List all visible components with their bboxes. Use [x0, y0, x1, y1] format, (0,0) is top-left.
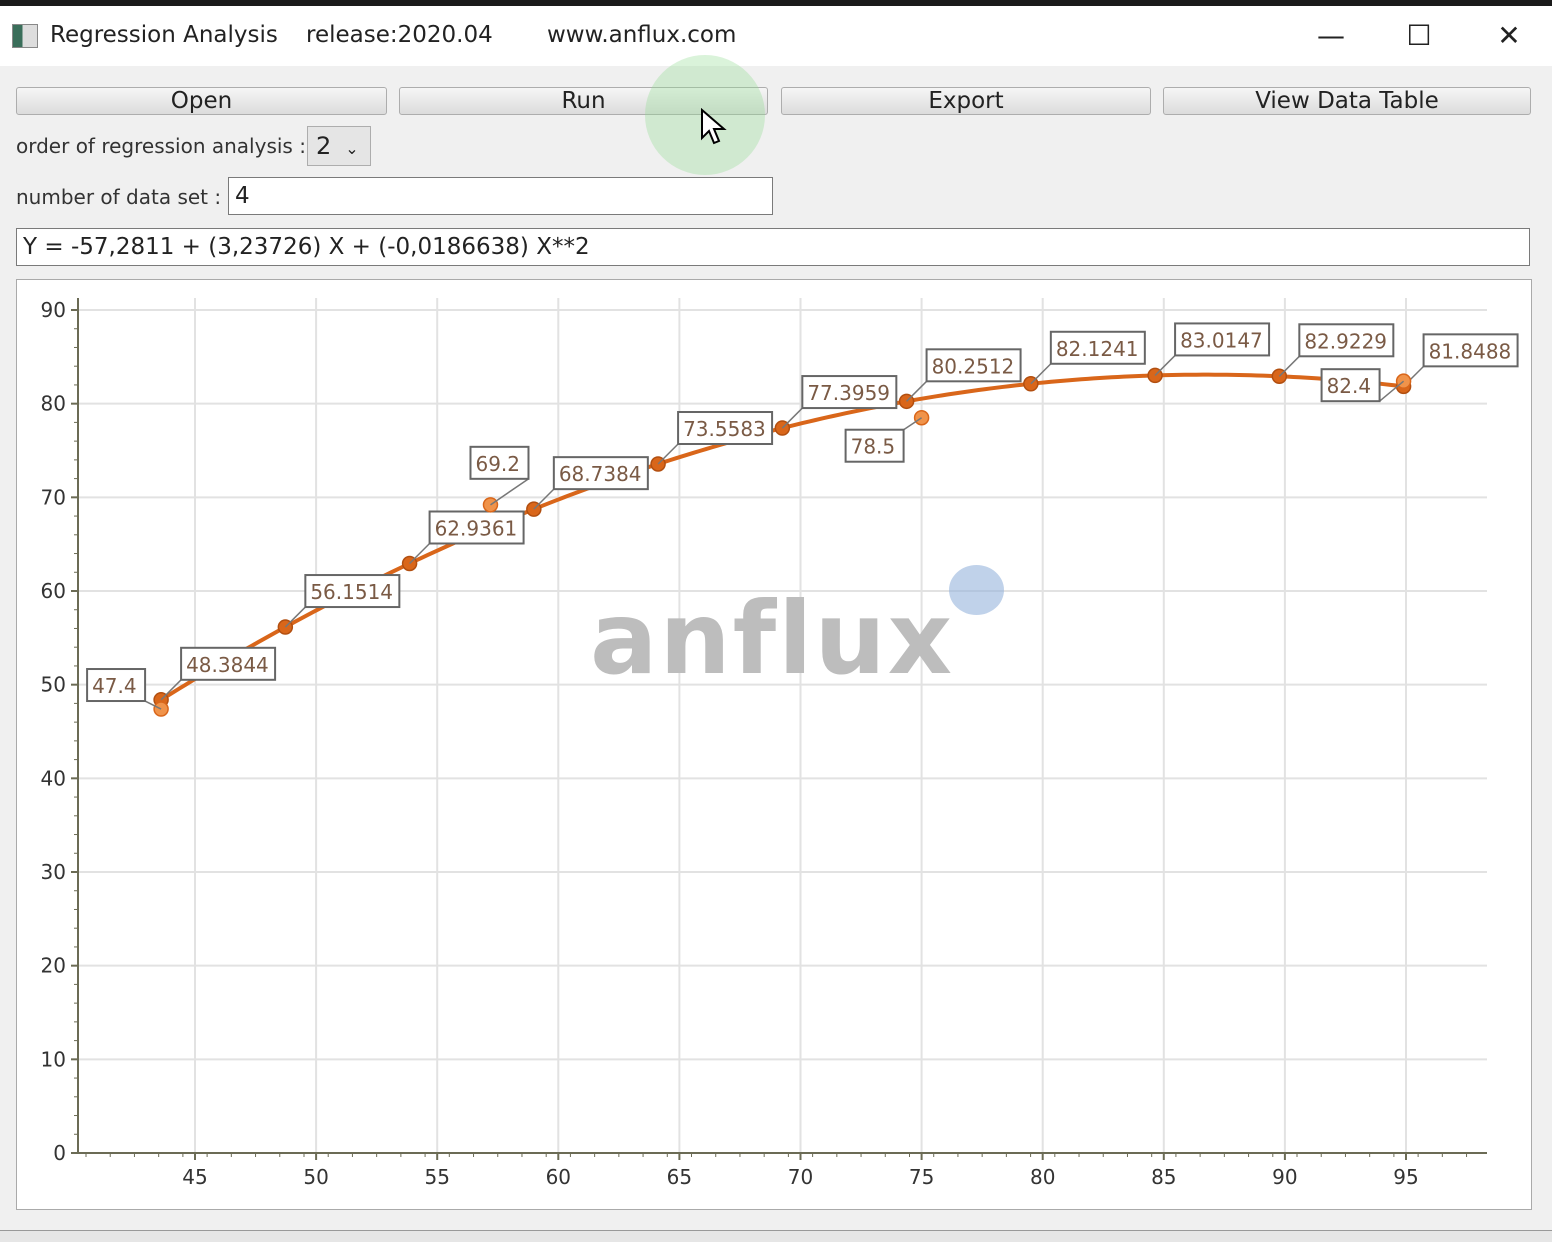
minimize-icon[interactable]: —: [1306, 14, 1356, 58]
window-title: Regression Analysis: [50, 22, 278, 48]
mouse-cursor-icon: [701, 108, 727, 145]
release-label: release:2020.04: [306, 22, 493, 48]
status-strip: [0, 1230, 1552, 1242]
app-icon: [12, 24, 38, 48]
dataset-label: number of data set :: [16, 185, 222, 209]
title-bar: Regression Analysis release:2020.04 www.…: [0, 6, 1552, 66]
close-icon[interactable]: ✕: [1484, 14, 1534, 58]
order-value: 2: [316, 132, 332, 160]
order-label: order of regression analysis :: [16, 134, 306, 158]
dataset-count-input[interactable]: 4: [228, 177, 773, 215]
website-label: www.anflux.com: [547, 22, 737, 48]
maximize-icon[interactable]: ☐: [1394, 14, 1444, 58]
chevron-down-icon: ⌄: [345, 139, 359, 158]
view-data-table-button[interactable]: View Data Table: [1163, 87, 1531, 115]
watermark-logo: anflux: [590, 565, 1005, 697]
equation-field[interactable]: Y = -57,2811 + (3,23726) X + (-0,0186638…: [16, 228, 1530, 266]
order-select[interactable]: 2 ⌄: [307, 126, 371, 166]
open-button[interactable]: Open: [16, 87, 387, 115]
export-button[interactable]: Export: [781, 87, 1151, 115]
chart-panel: [16, 279, 1532, 1210]
